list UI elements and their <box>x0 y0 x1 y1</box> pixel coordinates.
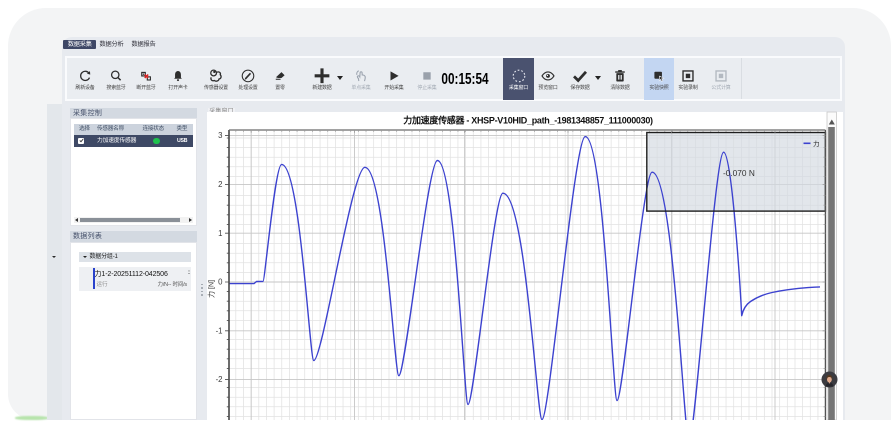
svg-text:3: 3 <box>218 131 222 140</box>
svg-text:-0.070 N: -0.070 N <box>723 168 755 178</box>
svg-text:2: 2 <box>218 180 222 189</box>
svg-text:力加速度传感器 - XHSP-V10HID_path_-19: 力加速度传感器 - XHSP-V10HID_path_-1981348857_1… <box>403 115 653 126</box>
svg-text:0: 0 <box>218 278 223 287</box>
svg-text:力 [N]: 力 [N] <box>207 280 216 298</box>
svg-text:力: 力 <box>813 139 820 148</box>
svg-text:-2: -2 <box>216 375 223 384</box>
svg-text:1: 1 <box>218 229 222 238</box>
svg-text:-1: -1 <box>216 326 223 335</box>
